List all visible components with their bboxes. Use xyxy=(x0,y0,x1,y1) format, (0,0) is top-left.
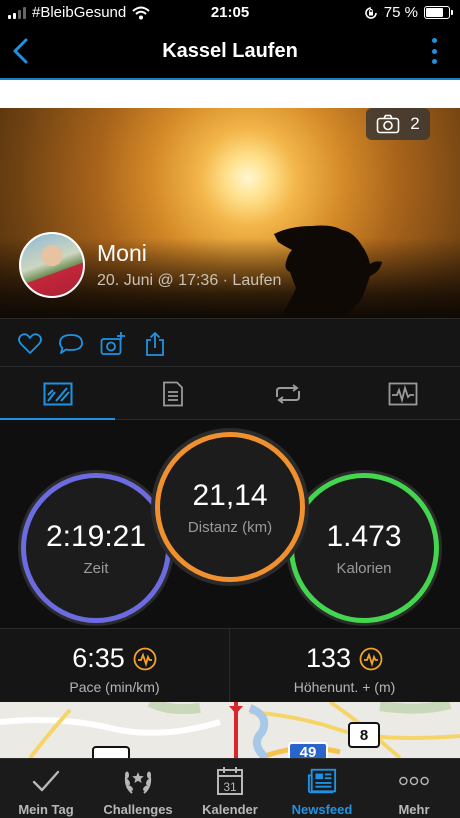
elevation-label: Höhenunt. + (m) xyxy=(293,679,396,695)
camera-icon xyxy=(376,114,400,134)
tab-overview[interactable] xyxy=(0,367,115,421)
road-sign-badge xyxy=(92,746,130,758)
tab-laps[interactable] xyxy=(230,367,345,420)
tab-mehr[interactable]: Mehr xyxy=(368,759,460,818)
battery-icon xyxy=(424,6,453,19)
tab-challenges-label: Challenges xyxy=(103,802,173,817)
share-icon[interactable] xyxy=(142,331,168,357)
rotation-lock-icon xyxy=(365,6,377,19)
laurel-icon xyxy=(124,771,152,794)
battery-percent: 75 % xyxy=(383,4,418,21)
banner-strip xyxy=(0,80,460,108)
pace-label: Pace (min/km) xyxy=(69,679,160,695)
tab-newsfeed[interactable]: Newsfeed xyxy=(276,759,368,818)
pace-badge-icon[interactable] xyxy=(133,647,157,671)
chart-icon xyxy=(388,382,417,405)
tab-newsfeed-label: Newsfeed xyxy=(291,802,353,817)
time-value: 2:19:21 xyxy=(45,519,147,553)
tab-mein-tag-label: Mein Tag xyxy=(18,802,74,817)
elevation-value: 133 xyxy=(305,643,352,673)
route-map[interactable]: 49 8 xyxy=(0,702,460,758)
nav-bar: Kassel Laufen xyxy=(0,26,460,78)
laps-icon xyxy=(275,383,300,404)
status-bar: #BleibGesund 21:05 75 % xyxy=(0,0,460,26)
map-roads xyxy=(0,702,460,758)
user-name[interactable]: Moni xyxy=(97,240,147,267)
photo-count: 2 xyxy=(410,114,420,133)
more-dots-icon xyxy=(399,776,429,786)
activity-tabs xyxy=(0,366,460,421)
add-photo-icon[interactable] xyxy=(100,331,126,357)
road-badge: 8 xyxy=(348,722,380,748)
pace-metric: 6:35 Pace (min/km) xyxy=(0,629,229,703)
tab-charts[interactable] xyxy=(345,367,460,420)
battery-fill xyxy=(426,8,443,17)
tab-kalender[interactable]: 31 Kalender xyxy=(184,759,276,818)
tab-mehr-label: Mehr xyxy=(398,802,430,817)
calories-label: Kalorien xyxy=(336,559,392,577)
heart-icon[interactable] xyxy=(17,331,43,357)
pace-value: 6:35 xyxy=(72,643,125,673)
calendar-icon: 31 xyxy=(217,767,243,795)
tab-kalender-label: Kalender xyxy=(202,802,258,817)
comment-icon[interactable] xyxy=(58,331,84,357)
distance-value: 21,14 xyxy=(192,478,268,512)
tab-mein-tag[interactable]: Mein Tag xyxy=(0,759,92,818)
calories-stat: 1.473 Kalorien xyxy=(289,473,439,623)
checkmark-icon xyxy=(32,770,60,792)
calories-value: 1.473 xyxy=(326,519,402,553)
overview-icon xyxy=(43,382,72,405)
photo-count-badge[interactable]: 2 xyxy=(366,108,430,140)
newsfeed-icon xyxy=(307,768,337,794)
metrics-row: 6:35 Pace (min/km) 133 Höhenunt. + (m) xyxy=(0,628,460,703)
activity-photo[interactable]: 2 Moni 20. Juni @ 17:36 · Laufen xyxy=(0,108,460,318)
distance-stat: 21,14 Distanz (km) xyxy=(155,432,305,582)
status-right: 75 % xyxy=(364,4,453,21)
page-title: Kassel Laufen xyxy=(162,40,298,62)
more-options-icon[interactable] xyxy=(430,38,438,64)
tab-details[interactable] xyxy=(115,367,230,420)
elevation-metric: 133 Höhenunt. + (m) xyxy=(230,629,459,703)
time-stat: 2:19:21 Zeit xyxy=(21,473,171,623)
distance-label: Distanz (km) xyxy=(187,518,273,536)
document-icon xyxy=(162,381,183,406)
runner-silhouette xyxy=(274,225,382,318)
bottom-tab-bar: Mein Tag Challenges 31 Kalender Newsfeed… xyxy=(0,758,460,818)
highway-badge: 49 xyxy=(288,742,328,758)
avatar[interactable] xyxy=(19,232,85,298)
time-label: Zeit xyxy=(83,559,109,577)
action-bar xyxy=(0,318,460,366)
elevation-badge-icon[interactable] xyxy=(359,647,383,671)
tab-challenges[interactable]: Challenges xyxy=(92,759,184,818)
calendar-day: 31 xyxy=(223,780,237,794)
stats-panel: 2:19:21 Zeit 1.473 Kalorien 21,14 Distan… xyxy=(0,420,460,628)
activity-subtitle: 20. Juni @ 17:36 · Laufen xyxy=(97,272,282,289)
